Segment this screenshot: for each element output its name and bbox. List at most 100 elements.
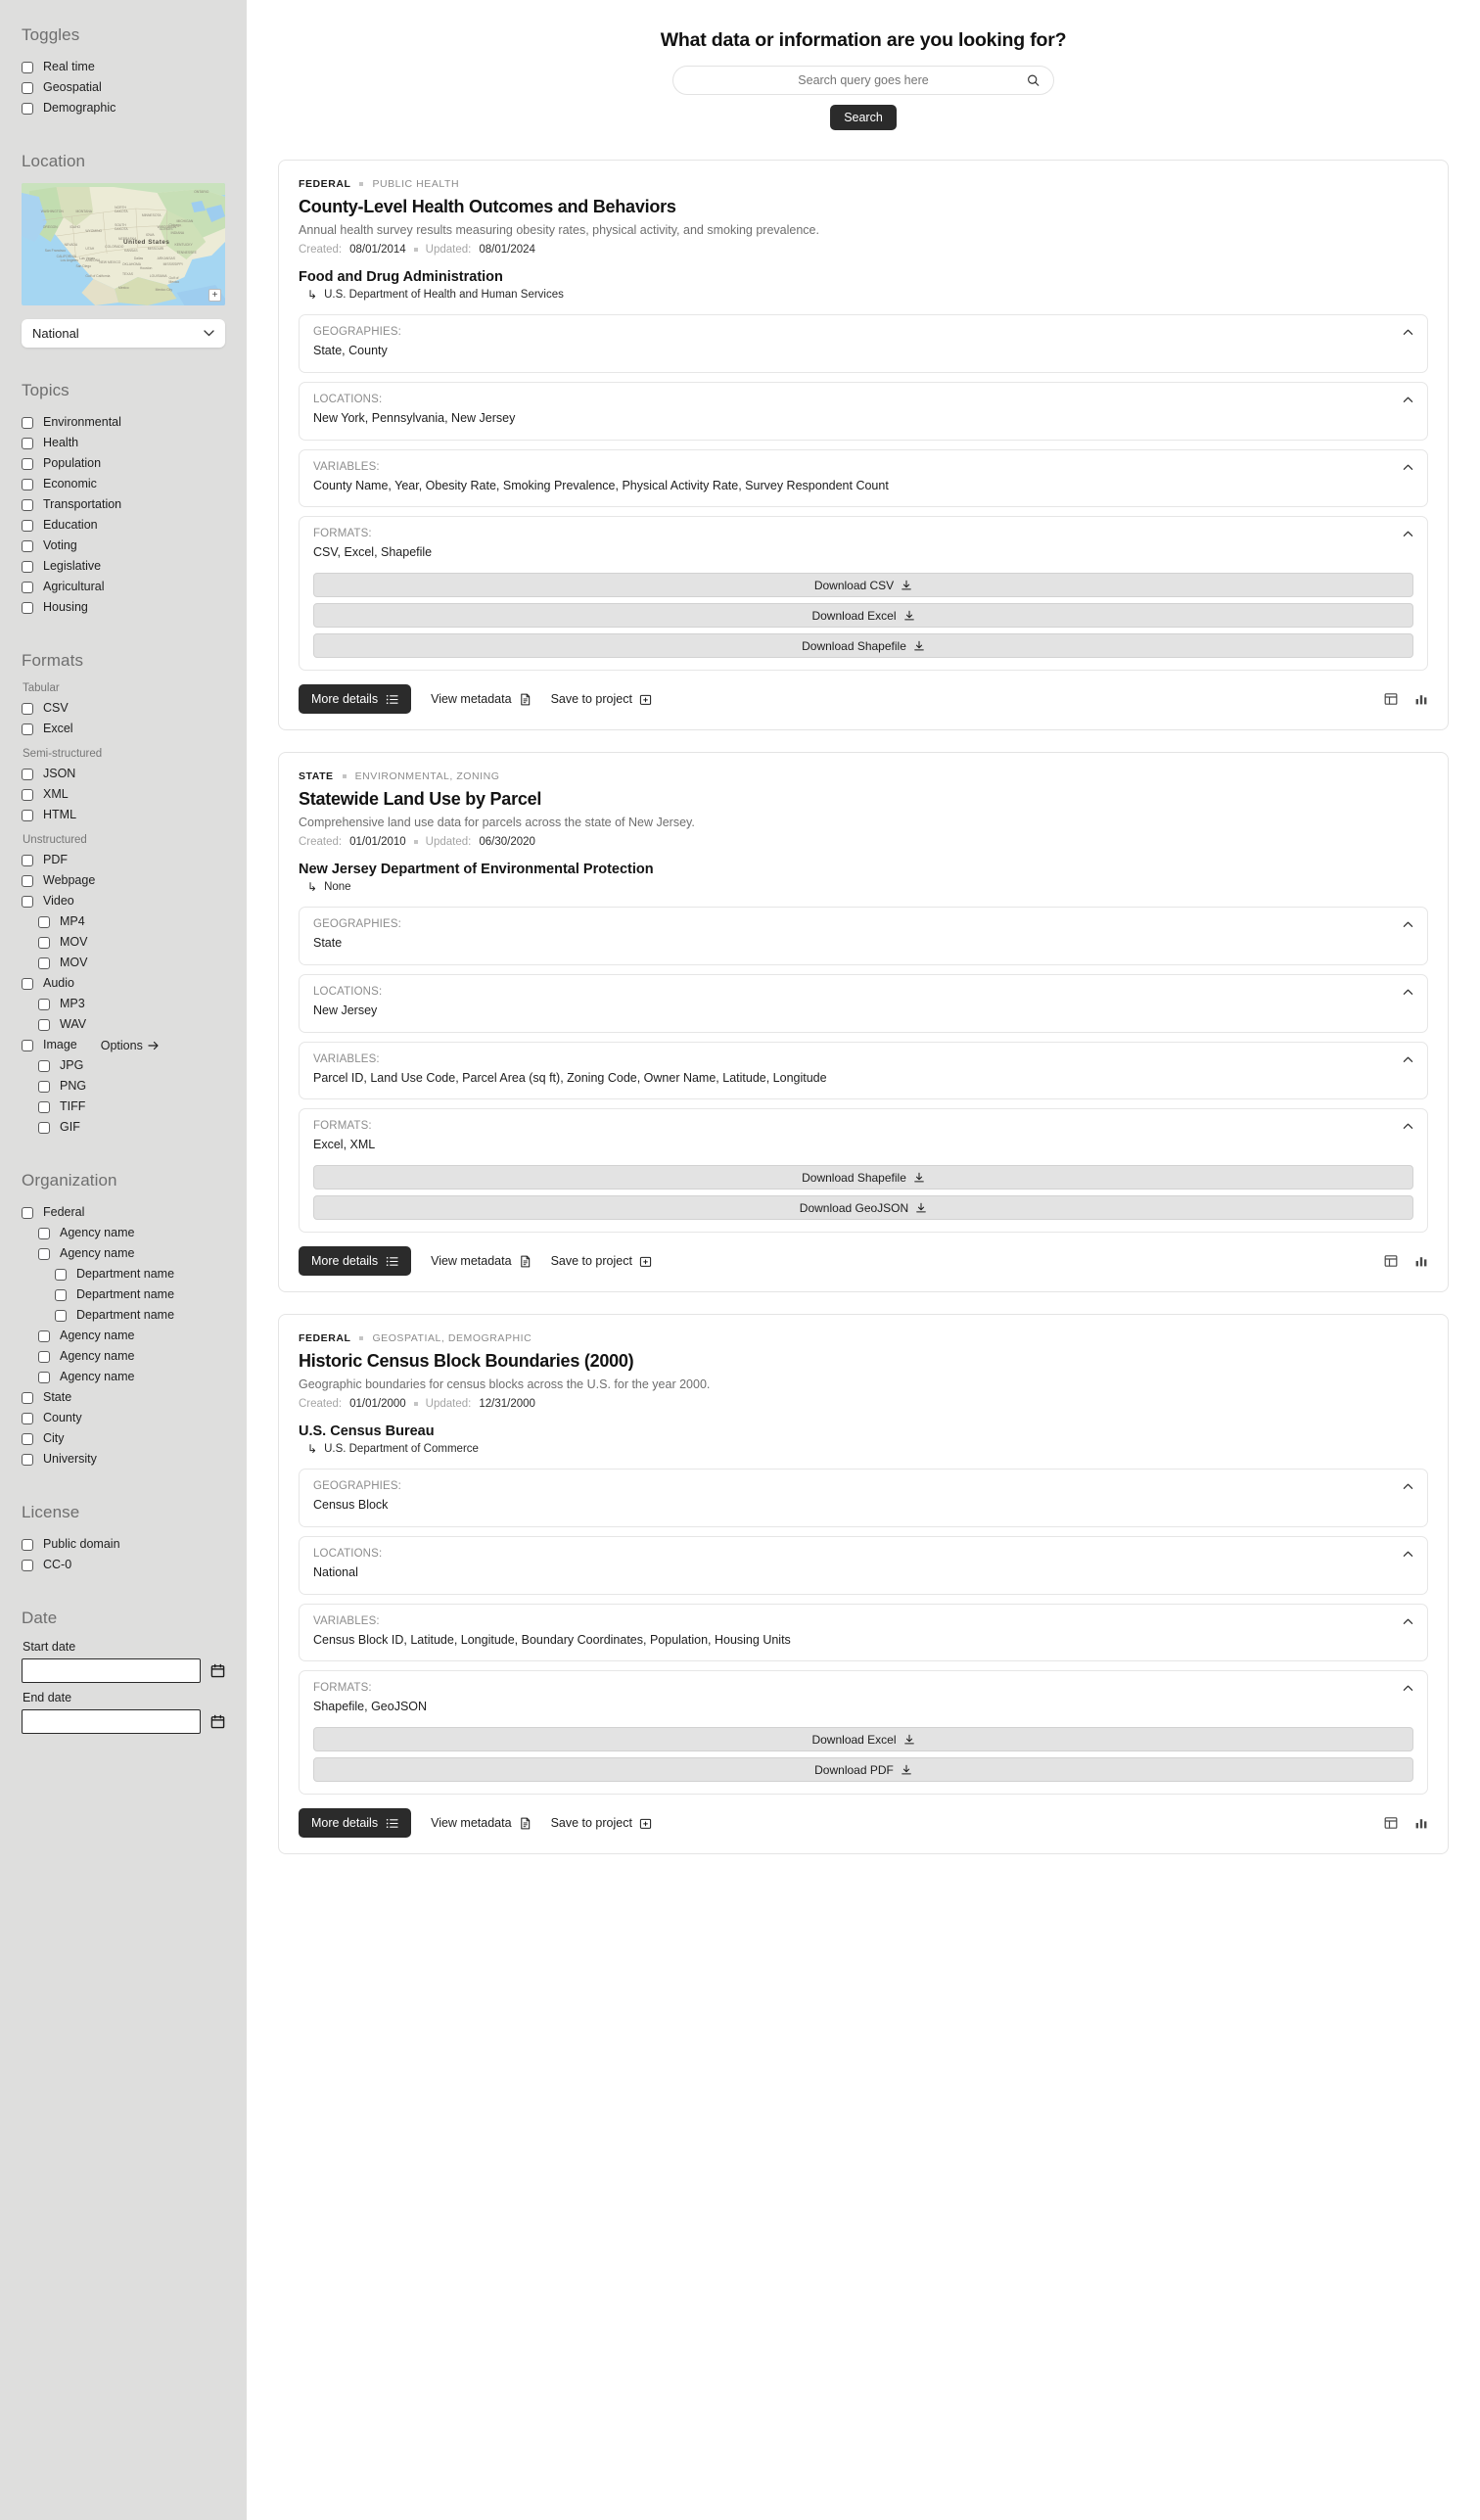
map-zoom-in-button[interactable]: + bbox=[208, 289, 221, 302]
checkbox[interactable] bbox=[22, 874, 33, 887]
org-agency-name-1[interactable]: Agency name bbox=[22, 1223, 225, 1243]
format-mov[interactable]: MOV bbox=[22, 932, 225, 953]
chevron-up-icon[interactable] bbox=[1403, 1481, 1413, 1492]
chevron-up-icon[interactable] bbox=[1403, 1121, 1413, 1132]
checkbox[interactable] bbox=[22, 581, 33, 593]
checkbox[interactable] bbox=[22, 498, 33, 511]
search-bar[interactable] bbox=[672, 66, 1054, 95]
table-view-icon[interactable] bbox=[1384, 1816, 1398, 1830]
chart-view-icon[interactable] bbox=[1414, 692, 1428, 706]
org-agency-name-2[interactable]: Agency name bbox=[22, 1243, 225, 1264]
checkbox[interactable] bbox=[38, 1080, 50, 1093]
topic-education[interactable]: Education bbox=[22, 515, 225, 536]
download-button[interactable]: Download Excel bbox=[313, 1727, 1413, 1751]
chevron-up-icon[interactable] bbox=[1403, 462, 1413, 473]
checkbox[interactable] bbox=[22, 788, 33, 801]
checkbox[interactable] bbox=[22, 1206, 33, 1219]
toggle-real-time[interactable]: Real time bbox=[22, 57, 225, 77]
view-metadata-button[interactable]: View metadata bbox=[431, 1254, 531, 1268]
dataset-title[interactable]: Statewide Land Use by Parcel bbox=[299, 789, 1428, 810]
topic-environmental[interactable]: Environmental bbox=[22, 412, 225, 433]
download-button[interactable]: Download GeoJSON bbox=[313, 1195, 1413, 1220]
checkbox[interactable] bbox=[22, 560, 33, 573]
org-agency-name-6[interactable]: Agency name bbox=[22, 1326, 225, 1346]
format-tiff[interactable]: TIFF bbox=[22, 1097, 225, 1117]
save-to-project-button[interactable]: Save to project bbox=[551, 1816, 652, 1830]
format-html[interactable]: HTML bbox=[22, 805, 225, 825]
checkbox[interactable] bbox=[22, 539, 33, 552]
download-button[interactable]: Download CSV bbox=[313, 573, 1413, 597]
org-city-11[interactable]: City bbox=[22, 1428, 225, 1449]
view-metadata-button[interactable]: View metadata bbox=[431, 692, 531, 706]
download-button[interactable]: Download Excel bbox=[313, 603, 1413, 628]
checkbox[interactable] bbox=[22, 478, 33, 490]
chevron-up-icon[interactable] bbox=[1403, 327, 1413, 338]
calendar-icon[interactable] bbox=[210, 1663, 225, 1678]
checkbox[interactable] bbox=[22, 519, 33, 532]
chart-view-icon[interactable] bbox=[1414, 1254, 1428, 1268]
checkbox[interactable] bbox=[22, 61, 33, 73]
checkbox[interactable] bbox=[22, 723, 33, 735]
checkbox[interactable] bbox=[22, 1039, 33, 1051]
checkbox[interactable] bbox=[38, 1247, 50, 1260]
format-image[interactable]: Image Options bbox=[22, 1035, 225, 1055]
format-mp3[interactable]: MP3 bbox=[22, 994, 225, 1014]
org-state-9[interactable]: State bbox=[22, 1387, 225, 1408]
format-mov[interactable]: MOV bbox=[22, 953, 225, 973]
chevron-up-icon[interactable] bbox=[1403, 919, 1413, 930]
checkbox[interactable] bbox=[22, 1453, 33, 1466]
format-jpg[interactable]: JPG bbox=[22, 1055, 225, 1076]
format-csv[interactable]: CSV bbox=[22, 698, 225, 719]
chevron-up-icon[interactable] bbox=[1403, 987, 1413, 998]
topic-health[interactable]: Health bbox=[22, 433, 225, 453]
chart-view-icon[interactable] bbox=[1414, 1816, 1428, 1830]
checkbox[interactable] bbox=[55, 1309, 67, 1322]
checkbox[interactable] bbox=[22, 854, 33, 866]
image-options-link[interactable]: Options bbox=[101, 1039, 160, 1052]
toggle-demographic[interactable]: Demographic bbox=[22, 98, 225, 118]
checkbox[interactable] bbox=[38, 1350, 50, 1363]
format-xml[interactable]: XML bbox=[22, 784, 225, 805]
checkbox[interactable] bbox=[55, 1288, 67, 1301]
checkbox[interactable] bbox=[22, 1538, 33, 1551]
checkbox[interactable] bbox=[38, 998, 50, 1010]
checkbox[interactable] bbox=[22, 81, 33, 94]
org-university-12[interactable]: University bbox=[22, 1449, 225, 1470]
topic-agricultural[interactable]: Agricultural bbox=[22, 577, 225, 597]
location-select[interactable]: National bbox=[22, 319, 225, 348]
chevron-up-icon[interactable] bbox=[1403, 1616, 1413, 1627]
checkbox[interactable] bbox=[38, 1227, 50, 1239]
checkbox[interactable] bbox=[22, 457, 33, 470]
format-wav[interactable]: WAV bbox=[22, 1014, 225, 1035]
org-agency-name-8[interactable]: Agency name bbox=[22, 1367, 225, 1387]
more-details-button[interactable]: More details bbox=[299, 1808, 412, 1838]
checkbox[interactable] bbox=[22, 977, 33, 990]
table-view-icon[interactable] bbox=[1384, 692, 1398, 706]
checkbox[interactable] bbox=[38, 936, 50, 949]
checkbox[interactable] bbox=[22, 1432, 33, 1445]
topic-transportation[interactable]: Transportation bbox=[22, 494, 225, 515]
format-json[interactable]: JSON bbox=[22, 764, 225, 784]
format-png[interactable]: PNG bbox=[22, 1076, 225, 1097]
checkbox[interactable] bbox=[38, 1121, 50, 1134]
chevron-up-icon[interactable] bbox=[1403, 529, 1413, 539]
org-federal-0[interactable]: Federal bbox=[22, 1202, 225, 1223]
checkbox[interactable] bbox=[38, 915, 50, 928]
checkbox[interactable] bbox=[22, 416, 33, 429]
end-date-input[interactable] bbox=[22, 1709, 201, 1734]
checkbox[interactable] bbox=[38, 1018, 50, 1031]
dataset-title[interactable]: Historic Census Block Boundaries (2000) bbox=[299, 1351, 1428, 1372]
chevron-up-icon[interactable] bbox=[1403, 1549, 1413, 1560]
org-department-name-5[interactable]: Department name bbox=[22, 1305, 225, 1326]
checkbox[interactable] bbox=[38, 1371, 50, 1383]
license-cc-0[interactable]: CC-0 bbox=[22, 1555, 225, 1575]
org-department-name-3[interactable]: Department name bbox=[22, 1264, 225, 1284]
download-button[interactable]: Download Shapefile bbox=[313, 1165, 1413, 1190]
calendar-icon[interactable] bbox=[210, 1714, 225, 1729]
checkbox[interactable] bbox=[55, 1268, 67, 1281]
topic-population[interactable]: Population bbox=[22, 453, 225, 474]
format-webpage[interactable]: Webpage bbox=[22, 870, 225, 891]
checkbox[interactable] bbox=[22, 1412, 33, 1424]
search-button[interactable]: Search bbox=[830, 105, 897, 130]
format-excel[interactable]: Excel bbox=[22, 719, 225, 739]
